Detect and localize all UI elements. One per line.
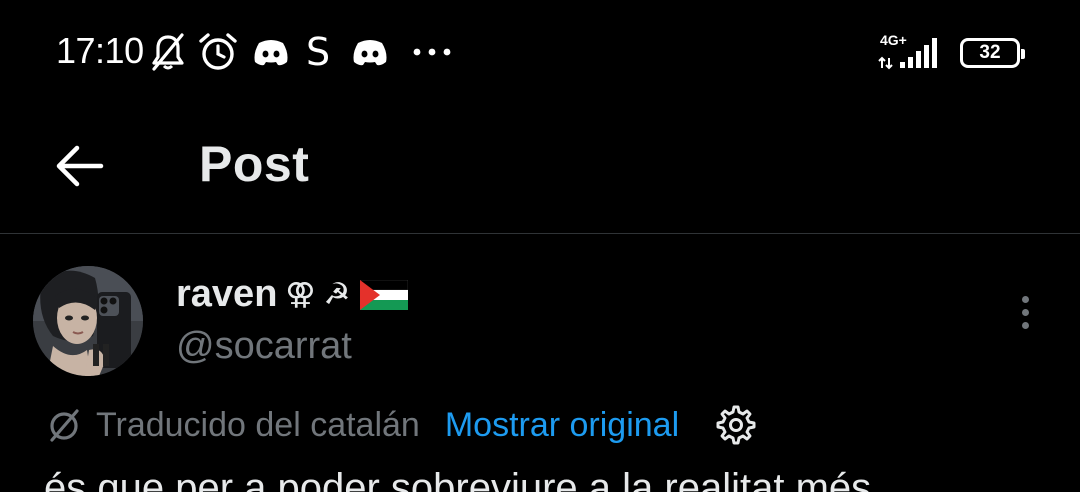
display-name[interactable]: raven <box>176 273 277 316</box>
gear-icon <box>716 405 756 445</box>
author-handle[interactable]: @socarrat <box>176 325 352 368</box>
status-time: 17:10 <box>56 30 144 71</box>
more-dot <box>1021 308 1029 316</box>
back-button[interactable] <box>44 131 114 201</box>
page-title: Post <box>199 136 310 192</box>
palestine-flag-icon <box>360 279 409 310</box>
lesbian-symbol: ⚢ <box>285 277 316 312</box>
show-original-link[interactable]: Mostrar original <box>445 406 679 445</box>
author-name-row[interactable]: raven ⚢ ☭ <box>176 273 409 316</box>
top-app-bar: Post <box>0 105 1080 233</box>
translation-settings-button[interactable] <box>715 404 757 446</box>
status-bar: 17:10 S 4G+ 32 <box>0 0 1080 105</box>
battery-level: 32 <box>979 42 1001 63</box>
signal-icon: 4G+ <box>878 32 944 72</box>
more-options-button[interactable] <box>1005 290 1045 334</box>
avatar-image <box>33 266 143 376</box>
post-text-content: és que per a poder sobreviure a la reali… <box>44 470 872 492</box>
avatar[interactable] <box>33 266 143 376</box>
bell-muted-icon <box>147 31 189 73</box>
translated-from-label: Traducido del catalán <box>96 405 420 444</box>
more-dot <box>1021 321 1029 329</box>
more-dots-icon <box>412 31 452 73</box>
header-divider <box>0 233 1080 234</box>
back-arrow-icon <box>56 145 104 187</box>
alarm-clock-icon <box>196 31 240 73</box>
discord-icon <box>251 31 291 73</box>
translate-icon <box>50 409 79 442</box>
discord-icon <box>350 31 390 73</box>
battery-icon: 32 <box>960 38 1025 68</box>
translation-row: Traducido del catalán Mostrar original <box>44 400 757 450</box>
more-dot <box>1021 295 1029 303</box>
status-right: 4G+ 32 <box>878 32 1025 72</box>
hammer-sickle-symbol: ☭ <box>323 277 351 312</box>
s-app-icon: S <box>305 30 331 74</box>
post-text: és que per a poder sobreviure a la reali… <box>44 470 1044 492</box>
